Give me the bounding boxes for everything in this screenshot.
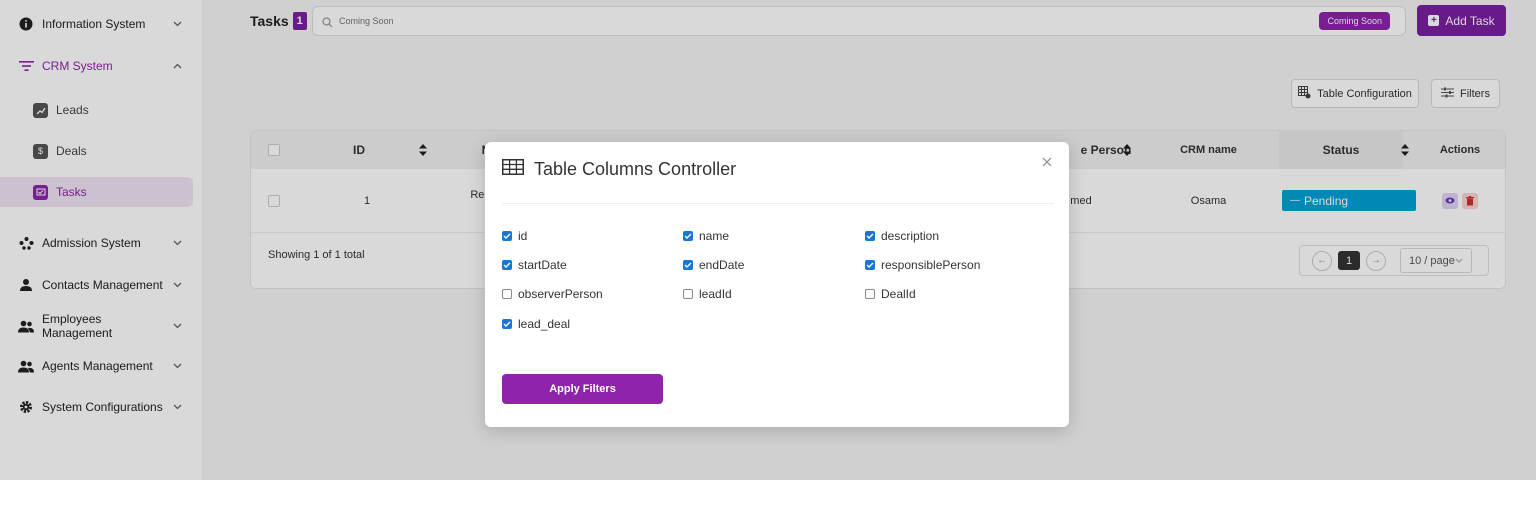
close-icon[interactable] [1039,154,1055,170]
checkbox-unchecked-icon[interactable] [502,289,512,299]
column-option-name[interactable]: name [683,229,729,243]
modal-title-text: Table Columns Controller [534,159,737,179]
column-option-label: observerPerson [518,287,603,301]
modal-title: Table Columns Controller [502,159,736,180]
column-option-enddate[interactable]: endDate [683,258,744,272]
checkbox-checked-icon[interactable] [502,319,512,329]
column-option-label: startDate [518,258,567,272]
checkbox-unchecked-icon[interactable] [683,289,693,299]
column-option-label: DealId [881,287,916,301]
modal-divider [502,203,1054,204]
column-option-startdate[interactable]: startDate [502,258,567,272]
checkbox-checked-icon[interactable] [502,260,512,270]
column-option-label: id [518,229,528,243]
column-option-dealid[interactable]: DealId [865,287,916,301]
column-option-observerperson[interactable]: observerPerson [502,287,603,301]
checkbox-checked-icon[interactable] [865,260,875,270]
column-option-label: name [699,229,730,243]
column-option-description[interactable]: description [865,229,939,243]
checkbox-checked-icon[interactable] [683,260,693,270]
checkbox-checked-icon[interactable] [502,231,512,241]
column-option-leadid[interactable]: leadId [683,287,732,301]
checkbox-unchecked-icon[interactable] [865,289,875,299]
column-option-id[interactable]: id [502,229,527,243]
column-option-lead-deal[interactable]: lead_deal [502,317,570,331]
app-root: Information System CRM System Leads $ De… [0,0,1536,480]
column-option-label: responsiblePerson [881,258,981,272]
apply-filters-button[interactable]: Apply Filters [502,374,663,404]
table-grid-icon [502,159,524,180]
column-option-label: lead_deal [518,317,571,331]
table-columns-modal: Table Columns Controller id name descripti… [485,142,1069,427]
checkbox-checked-icon[interactable] [683,231,693,241]
column-option-responsibleperson[interactable]: responsiblePerson [865,258,980,272]
column-option-label: description [881,229,940,243]
column-option-label: endDate [699,258,745,272]
checkbox-checked-icon[interactable] [865,231,875,241]
column-option-label: leadId [699,287,732,301]
